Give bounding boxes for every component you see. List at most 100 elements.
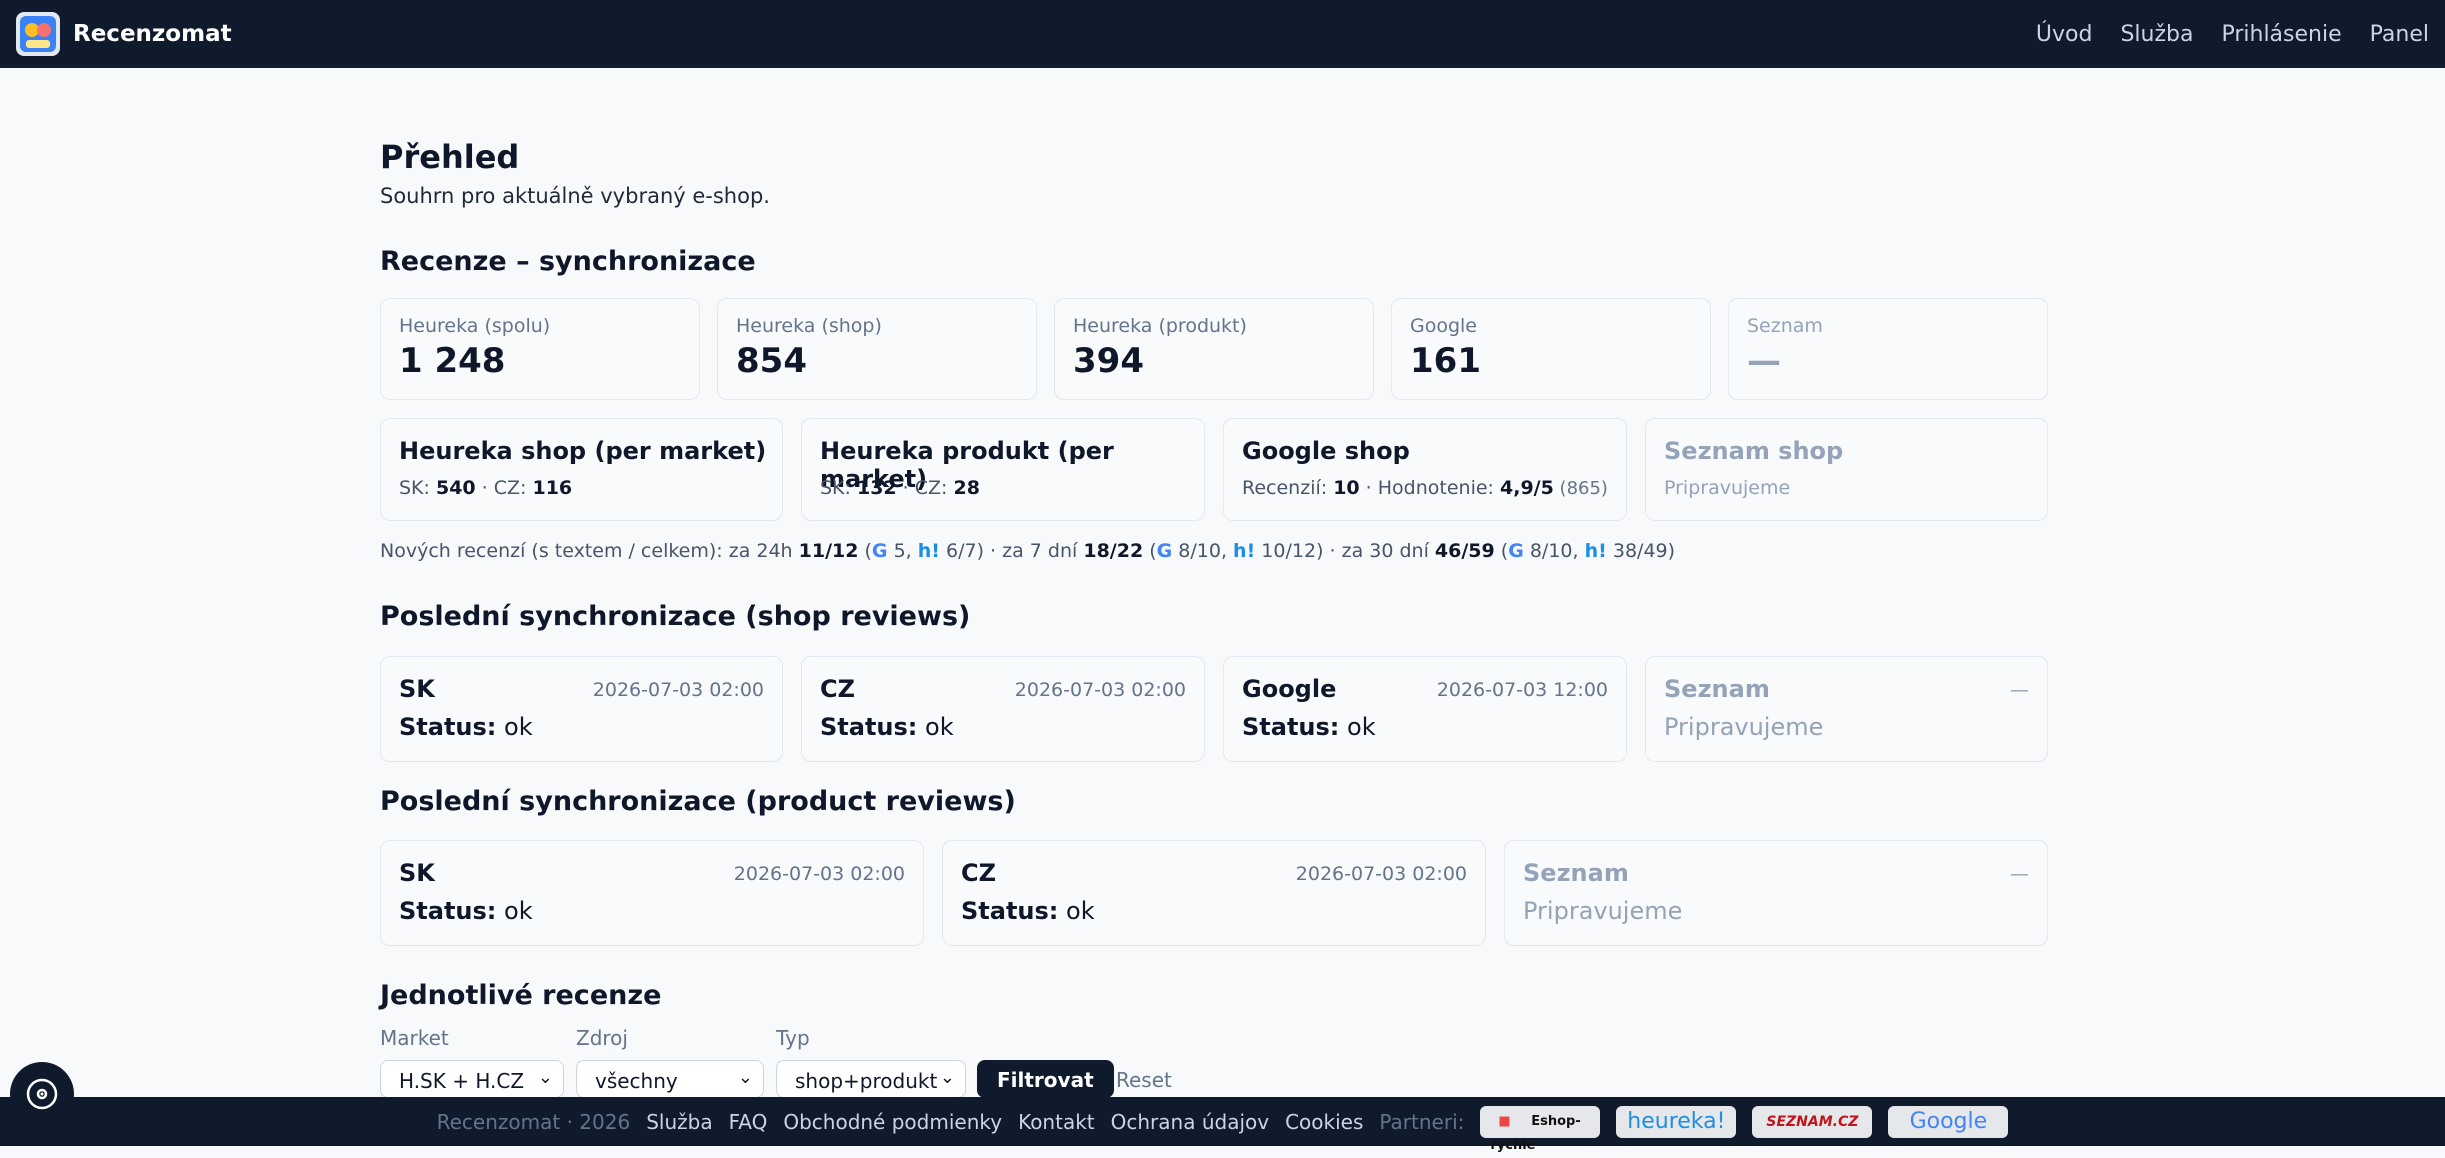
sync-name: Seznam: [1523, 859, 1629, 887]
sync-date: 2026-07-03 02:00: [1295, 863, 1467, 885]
section-title-sync: Recenze – synchronizace: [380, 246, 756, 277]
stat-card-google: Google 161: [1391, 298, 1711, 400]
accessibility-button[interactable]: [10, 1062, 74, 1126]
source-select[interactable]: všechny ⌄: [576, 1060, 764, 1098]
market-card-google-shop: Google shop Recenzií: 10 · Hodnotenie: 4…: [1223, 418, 1627, 521]
market-card-title: Google shop: [1242, 437, 1410, 465]
market-card-values: SK: 132 · CZ: 28: [820, 477, 980, 499]
footer-copyright: Recenzomat · 2026: [436, 1109, 631, 1134]
section-title-shop-sync: Poslední synchronizace (shop reviews): [380, 601, 971, 632]
app-logo-icon[interactable]: [16, 12, 60, 56]
stat-label: Seznam: [1747, 315, 1823, 337]
sync-name: SK: [399, 675, 435, 703]
sync-name: SK: [399, 859, 435, 887]
section-title-individual-reviews: Jednotlivé recenze: [380, 980, 662, 1011]
footer-link-terms[interactable]: Obchodné podmienky: [783, 1110, 1002, 1134]
footer-link-contact[interactable]: Kontakt: [1018, 1110, 1095, 1134]
reset-link[interactable]: Reset: [1116, 1068, 1172, 1092]
stat-label: Heureka (shop): [736, 315, 882, 337]
nav-link-panel[interactable]: Panel: [2370, 22, 2429, 47]
sync-date: 2026-07-03 02:00: [1014, 679, 1186, 701]
stat-value: 1 248: [399, 341, 506, 381]
footer-link-faq[interactable]: FAQ: [729, 1110, 768, 1134]
stat-card-heureka-product: Heureka (produkt) 394: [1054, 298, 1374, 400]
filter-source-label: Zdroj: [576, 1026, 628, 1050]
sync-status: Status: ok: [961, 897, 1095, 925]
sync-status: Status: ok: [399, 897, 533, 925]
sync-status: Pripravujeme: [1664, 713, 1824, 741]
shop-sync-card-seznam: Seznam — Pripravujeme: [1645, 656, 2048, 762]
filter-market-label: Market: [380, 1026, 449, 1050]
stat-card-seznam: Seznam —: [1728, 298, 2048, 400]
footer-link-cookies[interactable]: Cookies: [1285, 1110, 1363, 1134]
brand-name[interactable]: Recenzomat: [73, 21, 232, 47]
stat-label: Heureka (produkt): [1073, 315, 1247, 337]
sync-name: CZ: [961, 859, 997, 887]
partner-badge-seznam[interactable]: SEZNAM.CZ: [1752, 1105, 1873, 1138]
page-subtitle: Souhrn pro aktuálně vybraný e-shop.: [380, 184, 770, 208]
chevron-down-icon: ⌄: [737, 1067, 753, 1088]
stat-value: 394: [1073, 341, 1144, 381]
nav-link-sluzba[interactable]: Služba: [2120, 22, 2193, 47]
nav-link-uvod[interactable]: Úvod: [2036, 22, 2093, 47]
sync-name: Google: [1242, 675, 1337, 703]
market-card-values: SK: 540 · CZ: 116: [399, 477, 573, 499]
market-card-title: Heureka shop (per market): [399, 437, 767, 465]
footer-link-sluzba[interactable]: Služba: [646, 1110, 712, 1134]
top-navbar: Recenzomat Úvod Služba Prihlásenie Panel: [0, 0, 2445, 68]
market-card-values: Recenzií: 10 · Hodnotenie: 4,9/5 (865): [1242, 477, 1608, 499]
stat-value: 161: [1410, 341, 1481, 381]
sync-date: 2026-07-03 02:00: [733, 863, 905, 885]
footer-link-privacy[interactable]: Ochrana údajov: [1111, 1110, 1269, 1134]
product-sync-card-cz: CZ 2026-07-03 02:00 Status: ok: [942, 840, 1486, 946]
heureka-h-icon: h!: [1233, 540, 1256, 562]
partner-badge-heureka[interactable]: heureka!: [1616, 1105, 1737, 1138]
sync-date: —: [2010, 863, 2029, 885]
heureka-h-icon: h!: [917, 540, 940, 562]
filter-type-label: Typ: [776, 1026, 810, 1050]
market-select[interactable]: H.SK + H.CZ ⌄: [380, 1060, 564, 1098]
sync-name: CZ: [820, 675, 856, 703]
sync-date: —: [2010, 679, 2029, 701]
nav-link-prihlasenie[interactable]: Prihlásenie: [2221, 22, 2341, 47]
stat-label: Google: [1410, 315, 1478, 337]
chevron-down-icon: ⌄: [537, 1067, 553, 1088]
shop-sync-card-sk: SK 2026-07-03 02:00 Status: ok: [380, 656, 783, 762]
accessibility-icon: [26, 1078, 58, 1110]
sync-date: 2026-07-03 12:00: [1436, 679, 1608, 701]
shop-sync-card-cz: CZ 2026-07-03 02:00 Status: ok: [801, 656, 1205, 762]
stat-value: —: [1747, 341, 1781, 381]
footer-partners-label: Partneri:: [1379, 1109, 1465, 1134]
sync-name: Seznam: [1664, 675, 1770, 703]
section-title-product-sync: Poslední synchronizace (product reviews): [380, 786, 1016, 817]
shop-sync-card-google: Google 2026-07-03 12:00 Status: ok: [1223, 656, 1627, 762]
market-card-seznam-shop: Seznam shop Pripravujeme: [1645, 418, 2048, 521]
sync-date: 2026-07-03 02:00: [592, 679, 764, 701]
sync-status: Status: ok: [820, 713, 954, 741]
sync-status: Pripravujeme: [1523, 897, 1683, 925]
type-select[interactable]: shop+produkt ⌄: [776, 1060, 966, 1098]
product-sync-card-sk: SK 2026-07-03 02:00 Status: ok: [380, 840, 924, 946]
footer: Recenzomat · 2026 Služba FAQ Obchodné po…: [0, 1097, 2445, 1153]
stat-value: 854: [736, 341, 807, 381]
sync-status: Status: ok: [399, 713, 533, 741]
page-title: Přehled: [380, 138, 520, 176]
product-sync-card-seznam: Seznam — Pripravujeme: [1504, 840, 2048, 946]
partner-badge-google[interactable]: Google: [1888, 1105, 2009, 1138]
market-card-status: Pripravujeme: [1664, 477, 1791, 499]
heureka-h-icon: h!: [1584, 540, 1607, 562]
sync-status: Status: ok: [1242, 713, 1376, 741]
market-card-heureka-shop: Heureka shop (per market) SK: 540 · CZ: …: [380, 418, 783, 521]
google-g-icon: G: [871, 540, 888, 562]
market-card-heureka-product: Heureka produkt (per market) SK: 132 · C…: [801, 418, 1205, 521]
stat-label: Heureka (spolu): [399, 315, 551, 337]
stat-card-heureka-shop: Heureka (shop) 854: [717, 298, 1037, 400]
new-reviews-summary: Nových recenzí (s textem / celkem): za 2…: [380, 540, 1676, 562]
main-nav: Úvod Služba Prihlásenie Panel: [2008, 22, 2429, 47]
partner-badge-eshop-rychle[interactable]: ■ Eshop-rychle: [1480, 1105, 1601, 1153]
market-card-title: Seznam shop: [1664, 437, 1844, 465]
stat-card-heureka-total: Heureka (spolu) 1 248: [380, 298, 700, 400]
google-g-icon: G: [1508, 540, 1524, 562]
filter-button[interactable]: Filtrovat: [977, 1060, 1114, 1098]
chevron-down-icon: ⌄: [939, 1067, 955, 1088]
